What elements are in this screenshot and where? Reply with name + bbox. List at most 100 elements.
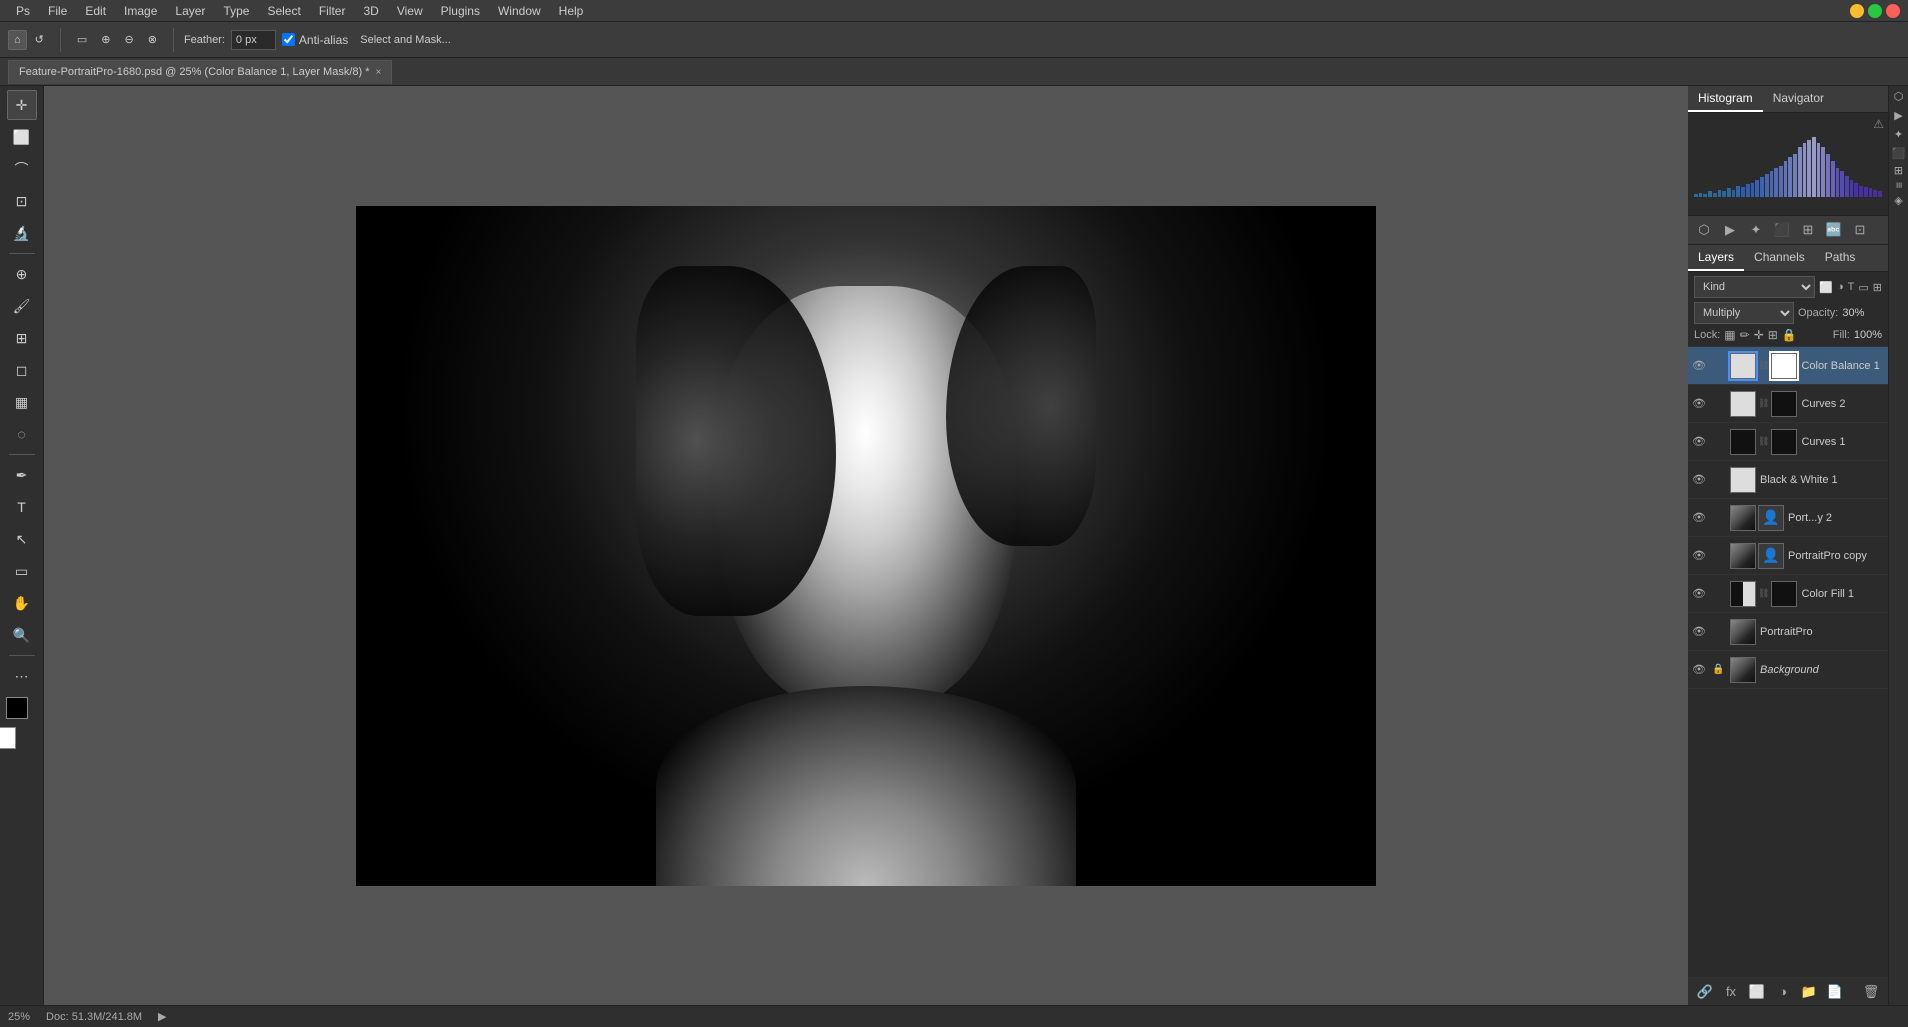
document-tab[interactable]: Feature-PortraitPro-1680.psd @ 25% (Colo…	[8, 60, 392, 84]
filter-adj-icon[interactable]: ◑	[1837, 281, 1844, 293]
tab-close-button[interactable]: ×	[376, 67, 382, 78]
home-button[interactable]: ⌂	[8, 30, 27, 50]
healing-tool[interactable]: ⊕	[7, 259, 37, 289]
lock-paint-icon[interactable]: ✏	[1740, 328, 1750, 342]
add-mask-button[interactable]: ⬜	[1746, 981, 1768, 1003]
menu-file[interactable]: File	[40, 2, 75, 20]
type-tool[interactable]: T	[7, 492, 37, 522]
menu-help[interactable]: Help	[551, 2, 592, 20]
layer-item[interactable]: 👁⛓Color Fill 1	[1688, 575, 1888, 613]
menu-plugins[interactable]: Plugins	[433, 2, 488, 20]
layer-visibility-icon[interactable]: 👁	[1692, 359, 1708, 372]
mini-tool-5[interactable]: ⊞	[1892, 166, 1905, 175]
brush-tool[interactable]: 🖌	[7, 291, 37, 321]
eraser-tool[interactable]: ◻	[7, 355, 37, 385]
layer-item[interactable]: 👁👤Port...y 2	[1688, 499, 1888, 537]
lock-artboard-icon[interactable]: ⊞	[1768, 328, 1778, 342]
layer-visibility-icon[interactable]: 👁	[1692, 625, 1708, 638]
layer-visibility-icon[interactable]: 👁	[1692, 511, 1708, 524]
add-style-button[interactable]: fx	[1720, 981, 1742, 1003]
mini-tool-7[interactable]: ◈	[1892, 194, 1905, 207]
panel-icon-1[interactable]: ⬡	[1694, 220, 1714, 240]
layer-visibility-icon[interactable]: 👁	[1692, 587, 1708, 600]
panel-icon-3[interactable]: ✦	[1746, 220, 1766, 240]
fill-value[interactable]: 100%	[1854, 329, 1882, 341]
layer-visibility-icon[interactable]: 👁	[1692, 435, 1708, 448]
layer-item[interactable]: 👁⛓Color Balance 1	[1688, 347, 1888, 385]
gradient-tool[interactable]: ▦	[7, 387, 37, 417]
menu-filter[interactable]: Filter	[311, 2, 354, 20]
histogram-warning-icon[interactable]: ⚠	[1873, 117, 1884, 131]
expand-icon[interactable]: ▶	[158, 1010, 166, 1023]
menu-view[interactable]: View	[389, 2, 431, 20]
filter-shape-icon[interactable]: ▭	[1858, 281, 1868, 294]
minimize-button[interactable]	[1850, 4, 1864, 18]
menu-image[interactable]: Image	[116, 2, 165, 20]
link-layers-button[interactable]: 🔗	[1694, 981, 1716, 1003]
intersect-button[interactable]: ⊕	[95, 29, 116, 50]
menu-ps[interactable]: Ps	[8, 2, 38, 20]
lock-position-icon[interactable]: ✛	[1754, 328, 1764, 342]
mini-tool-3[interactable]: ✦	[1892, 128, 1905, 141]
menu-edit[interactable]: Edit	[77, 2, 114, 20]
layer-visibility-icon[interactable]: 👁	[1692, 397, 1708, 410]
anti-alias-check[interactable]	[282, 33, 295, 46]
menu-select[interactable]: Select	[259, 2, 308, 20]
layer-item[interactable]: 👁PortraitPro	[1688, 613, 1888, 651]
rectangle-tool[interactable]: ▭	[7, 556, 37, 586]
maximize-button[interactable]	[1868, 4, 1882, 18]
tab-channels[interactable]: Channels	[1744, 245, 1815, 271]
layer-item[interactable]: 👁⛓Curves 1	[1688, 423, 1888, 461]
panel-icon-7[interactable]: ⊡	[1850, 220, 1870, 240]
lasso-tool[interactable]: ⌒	[7, 154, 37, 184]
layer-item[interactable]: 👁Black & White 1	[1688, 461, 1888, 499]
mini-tool-2[interactable]: ▶	[1892, 109, 1905, 122]
zoom-tool[interactable]: 🔍	[7, 620, 37, 650]
layer-item[interactable]: 👁⛓Curves 2	[1688, 385, 1888, 423]
filter-pixel-icon[interactable]: ⬜	[1819, 281, 1833, 294]
opacity-value[interactable]: 30%	[1842, 307, 1877, 319]
pen-tool[interactable]: ✒	[7, 460, 37, 490]
tab-histogram[interactable]: Histogram	[1688, 86, 1763, 112]
kind-select[interactable]: Kind	[1694, 276, 1815, 298]
eyedropper-tool[interactable]: 🔬	[7, 218, 37, 248]
foreground-color[interactable]	[6, 697, 28, 719]
filter-smart-icon[interactable]: ⊞	[1873, 281, 1882, 294]
hand-tool[interactable]: ✋	[7, 588, 37, 618]
layer-visibility-icon[interactable]: 👁	[1692, 473, 1708, 486]
background-color[interactable]	[0, 727, 16, 749]
blend-mode-select[interactable]: Multiply	[1694, 302, 1794, 324]
stamp-tool[interactable]: ⊞	[7, 323, 37, 353]
panel-icon-4[interactable]: ⬛	[1772, 220, 1792, 240]
feather-input[interactable]	[231, 30, 276, 50]
zoom-level[interactable]: 25%	[8, 1011, 30, 1023]
lock-all-icon[interactable]: 🔒	[1782, 328, 1797, 342]
new-layer-button[interactable]: 📄	[1824, 981, 1846, 1003]
canvas-area[interactable]	[44, 86, 1688, 1005]
menu-type[interactable]: Type	[215, 2, 257, 20]
menu-3d[interactable]: 3D	[355, 2, 386, 20]
filter-type-icon[interactable]: T	[1848, 281, 1855, 293]
tab-paths[interactable]: Paths	[1815, 245, 1866, 271]
blur-tool[interactable]: ◌	[7, 419, 37, 449]
panel-icon-5[interactable]: ⊞	[1798, 220, 1818, 240]
layer-visibility-icon[interactable]: 👁	[1692, 663, 1708, 676]
select-mask-button[interactable]: Select and Mask...	[354, 30, 457, 50]
panel-icon-6[interactable]: 🔤	[1824, 220, 1844, 240]
history-button[interactable]: ↺	[29, 29, 50, 50]
layer-visibility-icon[interactable]: 👁	[1692, 549, 1708, 562]
close-button[interactable]	[1886, 4, 1900, 18]
new-group-button[interactable]: 📁	[1798, 981, 1820, 1003]
selection-tool[interactable]: ⬜	[7, 122, 37, 152]
new-fill-button[interactable]: ◑	[1772, 981, 1794, 1003]
more-tools[interactable]: ⋯	[7, 661, 37, 691]
menu-layer[interactable]: Layer	[167, 2, 213, 20]
anti-alias-checkbox[interactable]: Anti-alias	[282, 33, 348, 47]
mini-tool-4[interactable]: ⬛	[1892, 147, 1905, 160]
delete-layer-button[interactable]: 🗑	[1860, 981, 1882, 1003]
mini-tool-1[interactable]: ⬡	[1892, 90, 1905, 103]
subtract-button[interactable]: ⊖	[119, 29, 140, 50]
tab-layers[interactable]: Layers	[1688, 245, 1744, 271]
menu-window[interactable]: Window	[490, 2, 549, 20]
path-select-tool[interactable]: ↖	[7, 524, 37, 554]
